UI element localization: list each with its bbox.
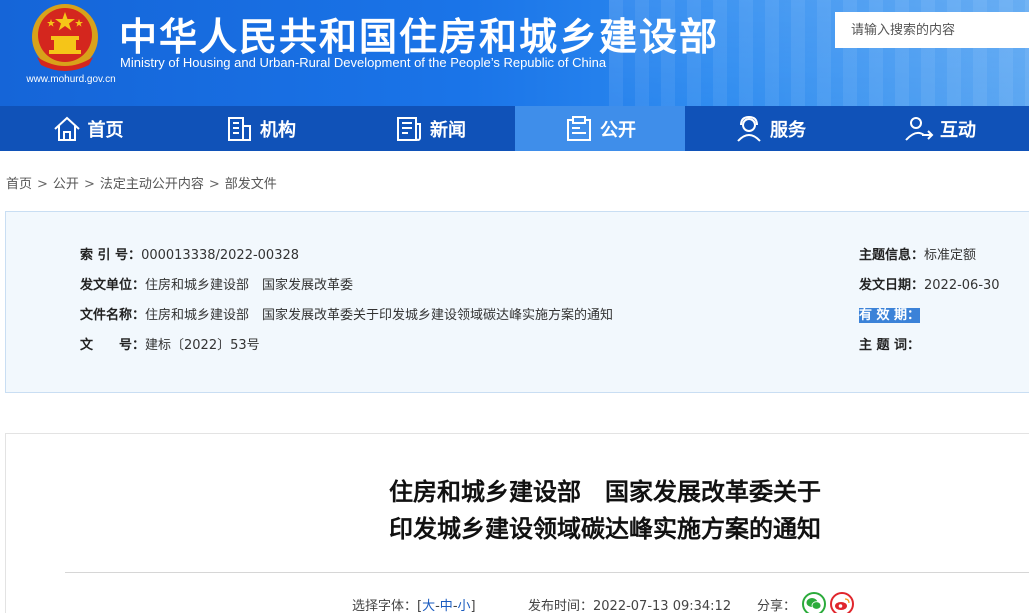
index-label: 索 引 号： (80, 248, 142, 263)
article-title-line-1: 住房和城乡建设部 国家发展改革委关于 (389, 478, 821, 506)
nav-item-public[interactable]: 公开 (515, 106, 685, 151)
info-issuer-row: 发文单位：住房和城乡建设部 国家发展改革委 (80, 274, 353, 293)
topic-value: 标准定额 (924, 248, 977, 263)
info-keywords-row: 主 题 词： (859, 334, 920, 353)
main-nav: 首页 机构 新闻 公开 服务 互动 (0, 106, 1029, 151)
document-info-panel (5, 211, 1029, 393)
publish-time-value: 2022-07-13 09:34:12 (593, 599, 732, 613)
home-icon (53, 116, 80, 141)
site-url: www.mohurd.gov.cn (26, 74, 116, 85)
font-size-label: 选择字体：[ (352, 599, 423, 613)
service-person-icon (737, 115, 761, 142)
breadcrumb-home[interactable]: 首页 (6, 177, 32, 192)
topic-label: 主题信息： (859, 248, 925, 263)
building-icon (228, 116, 251, 141)
site-header: www.mohurd.gov.cn 中华人民共和国住房和城乡建设部 Minist… (0, 0, 1029, 106)
info-validity-row: 有 效 期： (859, 304, 921, 323)
article-title-line-2: 印发城乡建设领域碳达峰实施方案的通知 (389, 515, 821, 543)
article-title: 住房和城乡建设部 国家发展改革委关于 印发城乡建设领域碳达峰实施方案的通知 (0, 474, 1029, 548)
index-value: 000013338/2022-00328 (141, 248, 300, 263)
nav-item-label: 新闻 (430, 119, 466, 141)
breadcrumb-separator: > (208, 177, 220, 192)
issuer-value: 住房和城乡建设部 国家发展改革委 (145, 278, 354, 293)
document-icon (567, 115, 591, 141)
nav-item-services[interactable]: 服务 (685, 106, 855, 151)
font-size-small-link[interactable]: 小 (458, 599, 471, 613)
nav-item-label: 服务 (770, 119, 806, 141)
site-title: 中华人民共和国住房和城乡建设部 (119, 15, 720, 59)
share-label: 分享： (757, 599, 797, 613)
info-docnum-row: 文 号：建标〔2022〕53号 (80, 334, 260, 353)
newspaper-icon (397, 116, 421, 141)
font-size-close: ] (470, 599, 476, 613)
nav-item-news[interactable]: 新闻 (345, 106, 515, 151)
validity-label: 有 效 期： (859, 308, 921, 323)
breadcrumb-separator: > (37, 177, 48, 192)
search-input[interactable] (835, 12, 1029, 48)
info-date-row: 发文日期：2022-06-30 (859, 274, 1000, 293)
site-subtitle: Ministry of Housing and Urban-Rural Deve… (120, 55, 607, 70)
font-size-large-link[interactable]: 大 (422, 599, 435, 613)
nav-item-label: 互动 (940, 119, 976, 141)
date-value: 2022-06-30 (924, 278, 1000, 293)
info-index-row: 索 引 号：000013338/2022-00328 (80, 244, 299, 263)
issuer-label: 发文单位： (80, 278, 146, 293)
nav-item-home[interactable]: 首页 (0, 106, 175, 151)
interaction-person-icon (905, 116, 934, 141)
weibo-icon (835, 598, 850, 610)
nav-item-interaction[interactable]: 互动 (855, 106, 1025, 151)
font-size-selector: 选择字体：[大-中-小] (352, 595, 476, 613)
nav-item-label: 公开 (600, 119, 636, 141)
nav-item-label: 首页 (87, 119, 124, 141)
wechat-icon (806, 598, 822, 610)
breadcrumb: 首页 > 公开 > 法定主动公开内容 > 部发文件 (6, 173, 277, 192)
keywords-label: 主 题 词： (859, 338, 921, 353)
date-label: 发文日期： (859, 278, 925, 293)
info-topic-row: 主题信息：标准定额 (859, 244, 976, 263)
info-docname-row: 文件名称：住房和城乡建设部 国家发展改革委关于印发城乡建设领域碳达峰实施方案的通… (80, 304, 613, 323)
docnum-label: 文 号： (80, 338, 146, 353)
national-emblem-icon (32, 4, 98, 71)
article-divider (65, 572, 1029, 573)
font-size-medium-link[interactable]: 中 (440, 599, 453, 613)
publish-time-label: 发布时间： (528, 599, 594, 613)
breadcrumb-public[interactable]: 公开 (53, 177, 79, 192)
docname-label: 文件名称： (80, 308, 146, 323)
breadcrumb-ministry-docs[interactable]: 部发文件 (225, 177, 277, 192)
docname-value: 住房和城乡建设部 国家发展改革委关于印发城乡建设领域碳达峰实施方案的通知 (145, 308, 614, 323)
breadcrumb-statutory[interactable]: 法定主动公开内容 (100, 177, 204, 192)
weibo-share-icon[interactable] (830, 592, 854, 613)
breadcrumb-separator: > (83, 177, 95, 192)
nav-item-organization[interactable]: 机构 (175, 106, 345, 151)
nav-item-label: 机构 (260, 119, 296, 141)
docnum-value: 建标〔2022〕53号 (145, 338, 260, 353)
publish-time: 发布时间：2022-07-13 09:34:12 (528, 595, 731, 613)
wechat-share-icon[interactable] (802, 592, 826, 613)
